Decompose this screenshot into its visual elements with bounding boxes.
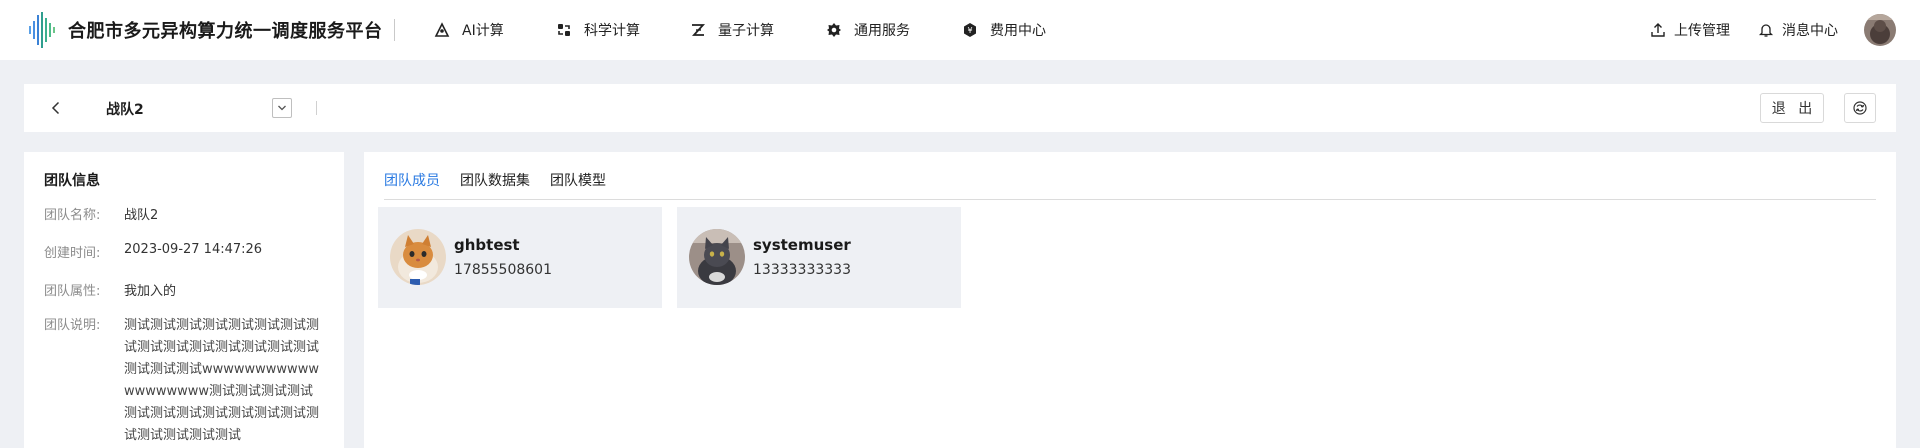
billing-center-icon: ¥ [964, 23, 976, 37]
team-attribute-row: 团队属性: 我加入的 [44, 280, 176, 299]
nav-item-label: AI计算 [462, 23, 504, 39]
team-name-row: 团队名称: 战队2 [44, 204, 158, 223]
team-description-row: 团队说明: 测试测试测试测试测试测试测试测试测试测试测试测试测试测试测试测试测试… [44, 315, 322, 447]
bell-icon [1758, 24, 1774, 37]
member-phone: 13333333333 [753, 262, 851, 278]
top-navbar: 合肥市多元异构算力统一调度服务平台 AI计算 科学计算 量子计算 通用服务 ¥ … [0, 0, 1920, 60]
upload-icon [1651, 23, 1665, 37]
back-button[interactable] [44, 96, 68, 120]
exit-team-button[interactable]: 退 出 [1760, 93, 1824, 123]
nav-item-label: 通用服务 [854, 23, 910, 39]
message-center-label: 消息中心 [1782, 23, 1838, 39]
current-team-name: 战队2 [106, 102, 144, 118]
team-description-label: 团队说明: [44, 318, 101, 333]
science-compute-icon [558, 24, 570, 36]
team-description-value: 测试测试测试测试测试测试测试测试测试测试测试测试测试测试测试测试测试测试wwww… [124, 318, 320, 443]
team-content-panel: 团队成员 团队数据集 团队模型 ghbtest 17855508601 syst… [364, 152, 1896, 448]
chevron-left-icon [51, 101, 60, 115]
bar-divider [316, 101, 317, 115]
app-title: 合肥市多元异构算力统一调度服务平台 [68, 21, 383, 42]
nav-item-label: 科学计算 [584, 23, 640, 39]
team-name-value: 战队2 [124, 208, 159, 223]
tab-team-members[interactable]: 团队成员 [384, 170, 440, 190]
nav-item-science-compute[interactable]: 科学计算 [556, 20, 640, 40]
member-avatar [689, 229, 745, 285]
nav-divider [394, 19, 395, 41]
tab-team-models[interactable]: 团队模型 [550, 170, 606, 190]
created-time-label: 创建时间: [44, 246, 101, 261]
refresh-button[interactable] [1844, 93, 1876, 123]
created-time-row: 创建时间: 2023-09-27 14:47:26 [44, 242, 262, 261]
member-card[interactable]: systemuser 13333333333 [677, 207, 961, 308]
ai-compute-icon [434, 22, 450, 37]
nav-item-billing-center[interactable]: ¥ 费用中心 [962, 20, 1046, 40]
svg-text:¥: ¥ [967, 26, 972, 35]
user-avatar-image [1864, 14, 1896, 46]
user-avatar[interactable] [1864, 14, 1896, 46]
upload-management-link[interactable]: 上传管理 [1650, 20, 1730, 40]
member-name: systemuser [753, 236, 851, 254]
team-name-label: 团队名称: [44, 208, 101, 223]
team-header-bar: 战队2 退 出 [24, 84, 1896, 132]
platform-logo [29, 12, 55, 48]
chevron-down-icon [278, 105, 286, 111]
nav-item-quantum-compute[interactable]: 量子计算 [690, 20, 774, 40]
tab-team-datasets[interactable]: 团队数据集 [460, 170, 530, 190]
member-avatar [390, 229, 446, 285]
member-name: ghbtest [454, 236, 520, 254]
orange-cat-avatar [390, 229, 446, 285]
team-tabs: 团队成员 团队数据集 团队模型 [384, 166, 1876, 200]
team-select-dropdown[interactable] [272, 98, 292, 118]
quantum-compute-icon [691, 24, 706, 36]
member-phone: 17855508601 [454, 262, 552, 278]
upload-management-label: 上传管理 [1674, 23, 1730, 39]
team-info-title: 团队信息 [44, 173, 100, 189]
nav-item-general-service[interactable]: 通用服务 [826, 20, 910, 40]
refresh-icon [1853, 101, 1867, 115]
message-center-link[interactable]: 消息中心 [1758, 20, 1838, 40]
member-card[interactable]: ghbtest 17855508601 [378, 207, 662, 308]
team-attribute-label: 团队属性: [44, 284, 101, 299]
nav-item-label: 费用中心 [990, 23, 1046, 39]
team-attribute-value: 我加入的 [124, 284, 177, 299]
nav-item-ai-compute[interactable]: AI计算 [434, 20, 504, 40]
gray-cat-avatar [689, 229, 745, 285]
general-service-icon [827, 23, 841, 37]
created-time-value: 2023-09-27 14:47:26 [124, 242, 263, 257]
nav-item-label: 量子计算 [718, 23, 774, 39]
team-info-panel: 团队信息 团队名称: 战队2 创建时间: 2023-09-27 14:47:26… [24, 152, 344, 448]
